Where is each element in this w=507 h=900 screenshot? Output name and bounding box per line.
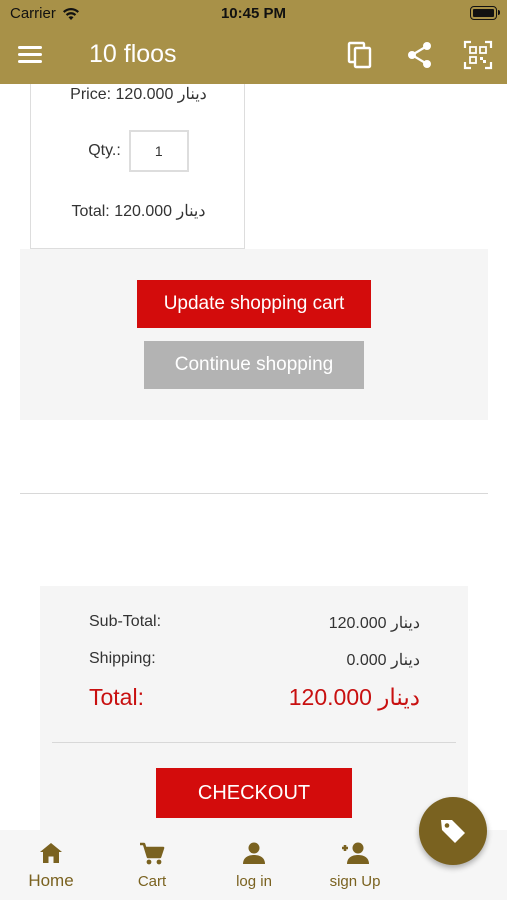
checkout-button[interactable]: CHECKOUT xyxy=(156,768,352,818)
grand-total-label: Total: xyxy=(89,684,144,710)
nav-cart-label: Cart xyxy=(137,873,167,890)
grand-total-value: 120.000 دينار xyxy=(288,684,420,710)
app-header: Carrier 10:45 PM 10 floos xyxy=(0,0,507,84)
nav-home[interactable]: Home xyxy=(1,830,101,900)
nav-login-label: log in xyxy=(236,873,272,890)
quantity-input[interactable] xyxy=(128,130,189,172)
menu-icon[interactable] xyxy=(18,42,48,68)
subtotal-label: Sub-Total: xyxy=(89,613,162,630)
person-add-icon xyxy=(342,842,369,864)
quantity-row: Qty.: xyxy=(31,130,246,172)
totals-divider xyxy=(52,742,456,743)
battery-icon xyxy=(470,6,500,20)
nav-login[interactable]: log in xyxy=(204,830,304,900)
app-title: 10 floos xyxy=(89,40,177,68)
order-totals-panel: Sub-Total: 120.000 دينار Shipping: 0.000… xyxy=(40,586,468,830)
continue-shopping-button[interactable]: Continue shopping xyxy=(144,341,364,389)
share-icon[interactable] xyxy=(405,40,435,70)
cart-item-card: Price: 120.000 دينار Qty.: Total: 120.00… xyxy=(30,84,245,249)
item-price: Price: 120.000 دينار xyxy=(70,86,207,103)
qty-label: Qty.: xyxy=(88,142,121,159)
shipping-value: 0.000 دينار xyxy=(346,652,421,669)
shipping-label: Shipping: xyxy=(89,650,156,667)
update-cart-button[interactable]: Update shopping cart xyxy=(137,280,371,328)
clock: 10:45 PM xyxy=(220,5,287,22)
nav-cart[interactable]: Cart xyxy=(102,830,202,900)
status-bar: Carrier 10:45 PM xyxy=(0,0,507,28)
section-divider xyxy=(20,493,488,494)
person-icon xyxy=(243,842,265,864)
subtotal-value: 120.000 دينار xyxy=(328,615,420,632)
app-bar: 10 floos xyxy=(0,30,507,80)
item-total: Total: 120.000 دينار xyxy=(71,203,206,220)
tag-fab-button[interactable] xyxy=(419,797,487,865)
copy-icon[interactable] xyxy=(345,40,375,70)
cart-actions-panel: Update shopping cart Continue shopping xyxy=(20,249,488,420)
nav-signup[interactable]: sign Up xyxy=(305,830,405,900)
tag-icon xyxy=(441,820,465,843)
nav-signup-label: sign Up xyxy=(329,873,381,890)
qr-code-icon[interactable] xyxy=(463,40,493,70)
cart-icon xyxy=(140,842,165,865)
home-icon xyxy=(40,843,62,863)
nav-home-label: Home xyxy=(28,871,74,890)
